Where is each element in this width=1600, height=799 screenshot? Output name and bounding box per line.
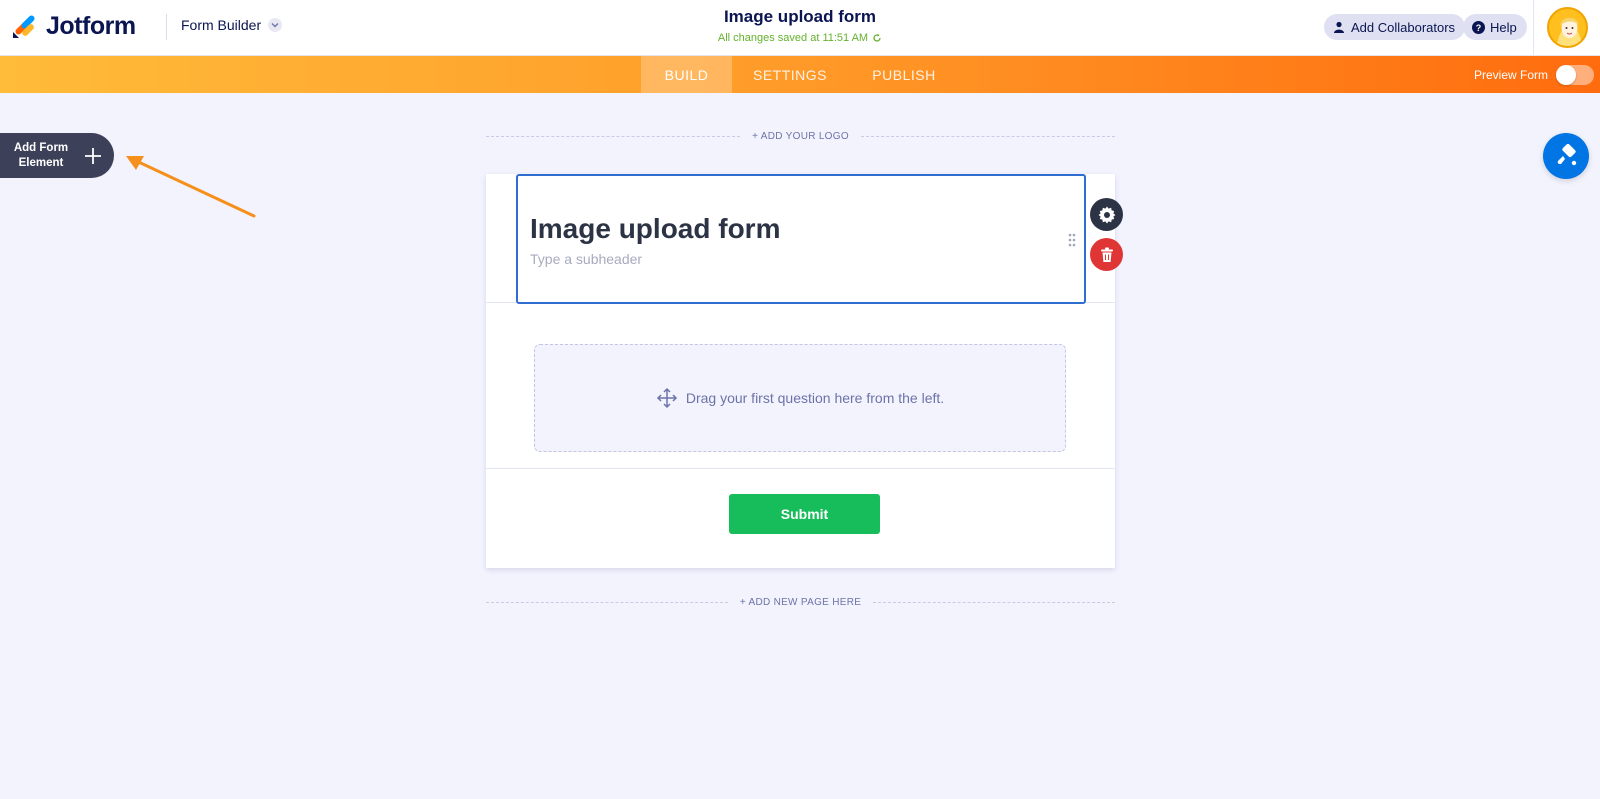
svg-text:?: ? — [1475, 23, 1481, 33]
preview-form: Preview Form — [1474, 65, 1595, 85]
add-form-element-label: Add Form Element — [13, 141, 69, 169]
help-button[interactable]: ? Help — [1463, 14, 1527, 40]
preview-form-label: Preview Form — [1474, 68, 1549, 82]
help-label: Help — [1490, 19, 1517, 35]
submit-button[interactable]: Submit — [729, 494, 880, 534]
add-page-row: + ADD NEW PAGE HERE — [486, 597, 1115, 608]
top-header: Jotform Form Builder Image upload form A… — [0, 0, 1600, 56]
jotform-logo[interactable]: Jotform — [12, 11, 136, 41]
form-title[interactable]: Image upload form — [600, 7, 1000, 27]
divider — [166, 14, 167, 40]
subheader-field[interactable]: Type a subheader — [530, 251, 642, 267]
move-icon — [656, 387, 678, 409]
form-heading[interactable]: Image upload form — [530, 213, 780, 245]
add-form-element-button[interactable]: Add Form Element — [0, 133, 114, 178]
tab-build[interactable]: BUILD — [641, 56, 732, 93]
drag-handle-icon[interactable] — [1068, 233, 1076, 247]
add-collaborators-button[interactable]: Add Collaborators — [1324, 14, 1466, 40]
dashed-divider — [486, 136, 741, 137]
trash-icon — [1100, 247, 1113, 262]
add-new-page-link[interactable]: + ADD NEW PAGE HERE — [728, 597, 873, 608]
save-status: All changes saved at 11:51 AM — [600, 32, 1000, 44]
paint-roller-icon — [1557, 144, 1577, 166]
divider — [1533, 0, 1534, 56]
element-settings-button[interactable] — [1090, 198, 1123, 231]
add-logo-row: + ADD YOUR LOGO — [486, 131, 1115, 142]
dashed-divider — [860, 136, 1115, 137]
title-block: Image upload form All changes saved at 1… — [600, 7, 1000, 44]
form-builder-menu[interactable]: Form Builder — [181, 17, 283, 33]
dashed-divider — [486, 602, 728, 603]
dropzone-text: Drag your first question here from the l… — [685, 390, 945, 406]
brand-name: Jotform — [46, 11, 136, 40]
gear-icon — [1098, 206, 1115, 223]
help-icon: ? — [1471, 20, 1485, 34]
form-builder-label: Form Builder — [181, 17, 262, 33]
delete-element-button[interactable] — [1090, 238, 1123, 271]
save-status-text: All changes saved at 11:51 AM — [717, 32, 869, 44]
form-designer-button[interactable] — [1543, 133, 1589, 179]
user-icon — [1332, 20, 1346, 34]
tab-settings[interactable]: SETTINGS — [744, 56, 836, 93]
section-divider — [486, 468, 1115, 469]
preview-form-toggle[interactable] — [1556, 65, 1595, 85]
form-header-element[interactable]: Image upload form Type a subheader — [516, 174, 1086, 304]
builder-nav: BUILD SETTINGS PUBLISH Preview Form — [0, 56, 1600, 93]
dashed-divider — [873, 602, 1115, 603]
chevron-down-icon — [268, 18, 283, 32]
plus-icon — [85, 147, 101, 164]
arrow-annotation — [126, 156, 256, 218]
tab-publish[interactable]: PUBLISH — [862, 56, 946, 93]
form-card: Image upload form Type a subheader Drag … — [486, 174, 1115, 568]
avatar[interactable] — [1547, 7, 1588, 48]
refresh-icon[interactable] — [872, 33, 882, 43]
toggle-knob — [1556, 65, 1577, 85]
add-logo-link[interactable]: + ADD YOUR LOGO — [740, 131, 861, 142]
add-collaborators-label: Add Collaborators — [1351, 19, 1456, 35]
question-dropzone[interactable]: Drag your first question here from the l… — [534, 344, 1066, 452]
jotform-logo-icon — [13, 15, 35, 38]
